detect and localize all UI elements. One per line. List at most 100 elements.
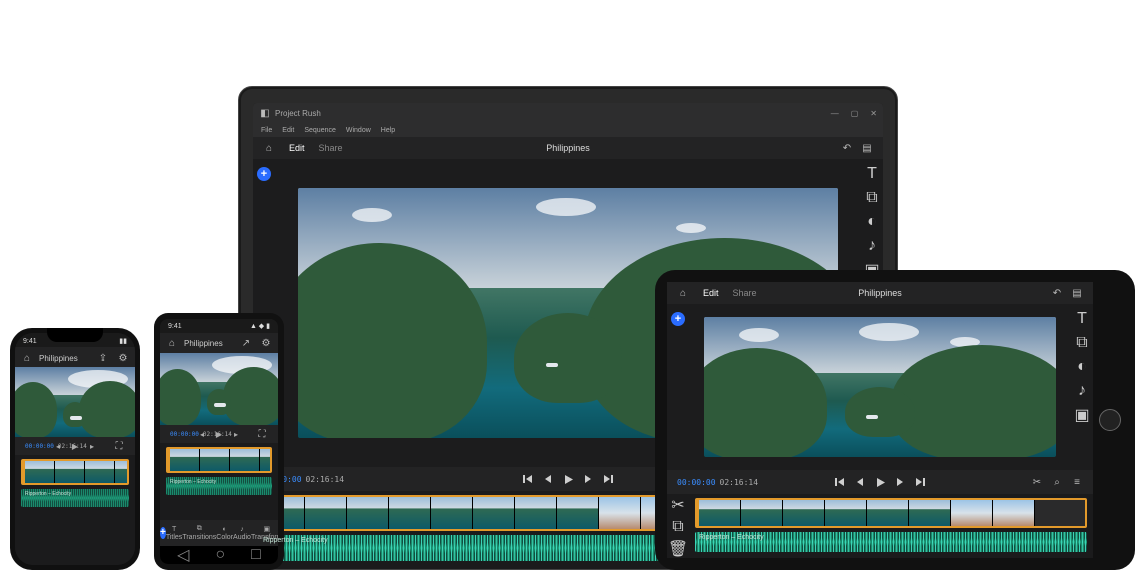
transport-bar: 00:00:00 02:16:14 ◂ ▶ ▸ ⛶ [15, 437, 135, 455]
audio-icon[interactable]: ♪ [1075, 384, 1089, 398]
step-fwd-icon[interactable] [582, 473, 594, 485]
zoom-icon[interactable]: ⌕ [1051, 476, 1063, 488]
current-time: 00:00:00 [170, 431, 199, 438]
step-back-icon[interactable]: ◂ [52, 440, 64, 452]
menu-edit[interactable]: Edit [282, 127, 294, 134]
tab-share[interactable]: Share [733, 288, 757, 298]
settings-icon[interactable]: ⚙ [260, 337, 272, 349]
undo-icon[interactable]: ↶ [1051, 287, 1063, 299]
maximize-icon[interactable]: ▢ [851, 109, 859, 118]
panel-icon[interactable]: ▤ [1071, 287, 1083, 299]
home-icon[interactable]: ○ [215, 546, 225, 564]
home-icon[interactable]: ⌂ [166, 337, 178, 349]
menu-bar[interactable]: File Edit Sequence Window Help [253, 123, 883, 137]
video-preview[interactable] [704, 317, 1055, 457]
window-controls[interactable]: — ▢ ✕ [831, 109, 877, 118]
step-back-icon[interactable]: ◂ [196, 428, 208, 440]
audio-track[interactable]: Ripperton – Echocity [166, 477, 272, 495]
audio-clip-label: Ripperton – Echocity [263, 537, 328, 544]
titles-icon[interactable]: T [1075, 312, 1089, 326]
share-icon[interactable]: ↗ [240, 337, 252, 349]
menu-window[interactable]: Window [346, 127, 371, 134]
ios-time: 9:41 [23, 338, 37, 345]
scissors-icon[interactable]: ✂ [671, 498, 685, 512]
video-track[interactable] [166, 447, 272, 473]
step-back-icon[interactable] [854, 476, 866, 488]
video-preview[interactable] [160, 353, 278, 425]
home-icon[interactable]: ⌂ [263, 142, 275, 154]
color-icon[interactable]: ◐ [865, 215, 879, 229]
tablet-home-button[interactable] [1099, 409, 1121, 431]
transitions-icon[interactable]: ⧉ [865, 191, 879, 205]
current-time: 00:00:00 [677, 478, 716, 487]
color-tool[interactable]: ◐Color [216, 526, 233, 541]
more-icon[interactable]: ≡ [1071, 476, 1083, 488]
export-icon[interactable]: ⇪ [97, 352, 109, 364]
menu-help[interactable]: Help [381, 127, 395, 134]
step-back-icon[interactable] [542, 473, 554, 485]
step-fwd-icon[interactable]: ▸ [230, 428, 242, 440]
transitions-icon[interactable]: ⧉ [1075, 336, 1089, 350]
home-icon[interactable]: ⌂ [677, 287, 689, 299]
video-track[interactable] [21, 459, 129, 485]
timeline[interactable]: Ripperton – Echocity [160, 443, 278, 520]
undo-icon[interactable]: ↶ [841, 142, 853, 154]
fullscreen-icon[interactable]: ⛶ [113, 440, 125, 452]
audio-icon[interactable]: ♪ [865, 239, 879, 253]
add-media-button[interactable]: + [671, 312, 685, 326]
panel-icon[interactable]: ▤ [861, 142, 873, 154]
audio-clip-label: Ripperton – Echocity [170, 479, 216, 485]
mobile-header: ⌂ Philippines ↗ ⚙ [160, 333, 278, 353]
settings-icon[interactable]: ⚙ [117, 352, 129, 364]
audio-track[interactable]: Ripperton – Echocity [21, 489, 129, 507]
menu-file[interactable]: File [261, 127, 272, 134]
total-time: 02:16:14 [306, 475, 345, 484]
audio-track[interactable]: Ripperton – Echocity [695, 532, 1087, 552]
add-media-button[interactable]: + [257, 167, 271, 181]
next-clip-icon[interactable] [602, 473, 614, 485]
video-preview[interactable] [15, 367, 135, 437]
minimize-icon[interactable]: — [831, 109, 839, 118]
audio-clip-label: Ripperton – Echocity [699, 534, 764, 541]
android-device: 9:41 ▲ ◆ ▮ ⌂ Philippines ↗ ⚙ 00:00:00 02… [154, 313, 284, 570]
play-icon[interactable] [562, 473, 574, 485]
tab-share[interactable]: Share [319, 143, 343, 153]
next-clip-icon[interactable] [914, 476, 926, 488]
project-title: Philippines [858, 288, 902, 298]
duplicate-icon[interactable]: ⧉ [671, 520, 685, 534]
tab-edit[interactable]: Edit [289, 143, 305, 153]
crop-icon[interactable]: ▣ [1075, 408, 1089, 422]
project-title: Philippines [184, 339, 223, 348]
titles-tool[interactable]: TTitles [166, 526, 182, 541]
home-icon[interactable]: ⌂ [21, 352, 33, 364]
prev-clip-icon[interactable] [834, 476, 846, 488]
color-icon[interactable]: ◐ [1075, 360, 1089, 374]
video-track[interactable] [695, 498, 1087, 528]
tablet-tab-bar: ⌂ Edit Share Philippines ↶ ▤ [667, 282, 1093, 304]
tab-edit[interactable]: Edit [703, 288, 719, 298]
play-icon[interactable]: ▶ [213, 428, 225, 440]
fullscreen-icon[interactable]: ⛶ [256, 428, 268, 440]
transport-bar: 00:00:00 02:16:14 ✂ ⌕ ≡ [667, 470, 1093, 494]
android-nav-bar[interactable]: ◁ ○ □ [160, 546, 278, 564]
window-titlebar: ◧ Project Rush — ▢ ✕ [253, 103, 883, 123]
trash-icon[interactable]: 🗑 [671, 542, 685, 556]
play-icon[interactable] [874, 476, 886, 488]
prev-clip-icon[interactable] [522, 473, 534, 485]
ios-status-icons: ▮▮ [119, 337, 127, 345]
back-icon[interactable]: ◁ [177, 545, 189, 564]
audio-tool[interactable]: ♪Audio [233, 526, 251, 541]
close-icon[interactable]: ✕ [870, 109, 877, 118]
menu-sequence[interactable]: Sequence [304, 127, 336, 134]
titles-icon[interactable]: T [865, 167, 879, 181]
iphone-notch [47, 328, 103, 342]
step-fwd-icon[interactable] [894, 476, 906, 488]
transport-bar: 00:00:00 02:16:14 ◂ ▶ ▸ ⛶ [160, 425, 278, 443]
recents-icon[interactable]: □ [251, 546, 261, 564]
step-fwd-icon[interactable]: ▸ [86, 440, 98, 452]
play-icon[interactable]: ▶ [69, 440, 81, 452]
scissors-icon[interactable]: ✂ [1031, 476, 1043, 488]
timeline[interactable]: Ripperton – Echocity [15, 455, 135, 565]
timeline[interactable]: Ripperton – Echocity [689, 494, 1093, 558]
transitions-tool[interactable]: ⧉Transitions [182, 525, 216, 541]
